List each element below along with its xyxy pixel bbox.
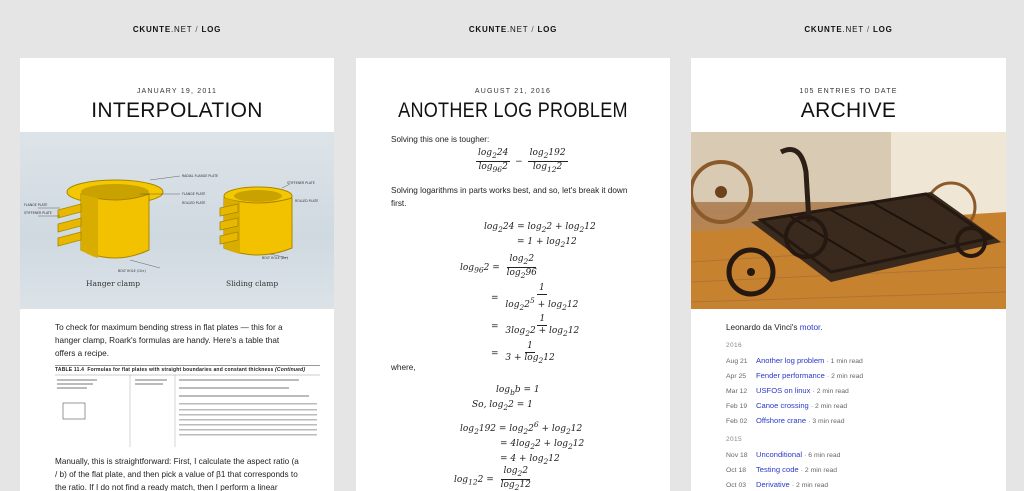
hanger-clamp-drawing xyxy=(57,179,164,259)
roark-table-image: TABLE 11.4 Formulas for flat plates with… xyxy=(55,365,320,447)
archive-entry: Feb 02 Offshore crane · 3 min read xyxy=(726,416,845,425)
archive-entry-link[interactable]: Fender performance xyxy=(756,371,825,380)
equation-log192: log2192 = log226 + log212 = 4log22 + log… xyxy=(460,420,585,466)
caption-hanger-clamp: Hanger clamp xyxy=(86,279,140,288)
archive-entry-link[interactable]: Offshore crane xyxy=(756,416,806,425)
year-heading: 2015 xyxy=(726,436,743,443)
post-paragraph-2: Manually, this is straightforward: First… xyxy=(55,457,299,491)
figure-label-9: BOLT HOLE (8×) xyxy=(262,256,288,260)
clamp-illustration: RADIAL FLANGE PLATE FLANGE PLATE FLANGE … xyxy=(24,174,318,288)
post-card-interpolation: JANUARY 19, 2011 INTERPOLATION RADIAL FL… xyxy=(20,58,334,491)
archive-entry: Aug 21 Another log problem · 1 min read xyxy=(726,356,863,365)
equation-logb: logbb = 1 So, log22 = 1 xyxy=(472,385,540,412)
post-intro: Solving this one is tougher: xyxy=(391,135,490,144)
equation-log24: log224 = log22 + log212 = 1 + log212 xyxy=(484,222,596,249)
archive-entry-link[interactable]: Testing code xyxy=(756,465,799,474)
archive-title: ARCHIVE xyxy=(800,99,897,122)
site-separator: / xyxy=(531,24,535,34)
motor-link[interactable]: motor xyxy=(800,323,820,332)
figure-label-1: RADIAL FLANGE PLATE xyxy=(182,174,218,178)
column-archive: CKUNTE .NET / LOG 105 ENTRIES TO DATE ARCHI… xyxy=(691,0,1006,491)
site-section[interactable]: LOG xyxy=(537,25,557,34)
site-name[interactable]: CKUNTE xyxy=(804,25,842,34)
figure-label-7: STIFFENER PLATE xyxy=(287,181,315,185)
table-grid-graphic xyxy=(55,374,320,447)
post-date: AUGUST 21, 2016 xyxy=(474,88,552,95)
davinci-motor-photo xyxy=(691,132,1006,309)
post-title[interactable]: INTERPOLATION xyxy=(20,97,334,125)
caption-sliding-clamp: Sliding clamp xyxy=(226,279,278,288)
figure-label-3: FLANGE PLATE xyxy=(24,203,47,207)
site-tld: .NET xyxy=(842,24,864,34)
site-tld: .NET xyxy=(506,24,529,34)
archive-entry-link[interactable]: Another log problem xyxy=(756,356,824,365)
post-where: where, xyxy=(391,363,416,372)
archive-card: 105 ENTRIES TO DATE ARCHIVE Leonardo da … xyxy=(691,58,1006,491)
archive-year-2015: 2015 Nov 18 Unconditional · 6 min read Oc… xyxy=(691,436,1006,491)
archive-entry: Mar 12 USFOS on linux · 2 min read xyxy=(726,386,849,395)
archive-entry-link[interactable]: Derivative xyxy=(756,480,790,489)
site-section[interactable]: LOG xyxy=(873,25,893,34)
sliding-clamp-drawing xyxy=(219,186,293,256)
equation-log96: log962 = log22 log296 = 1 log225 + log212 … xyxy=(460,254,580,365)
figure-label-4: STIFFENER PLATE xyxy=(24,211,52,215)
site-tld: .NET xyxy=(170,24,193,34)
archive-entry-link[interactable]: Canoe crossing xyxy=(756,401,809,410)
site-name[interactable]: CKUNTE xyxy=(133,25,171,34)
site-header[interactable]: CKUNTE .NET / LOG xyxy=(20,0,334,58)
motor-photo-graphic xyxy=(691,132,1006,309)
archive-entry-link[interactable]: Unconditional xyxy=(756,450,802,459)
archive-year-2016: 2016 Aug 21 Another log problem · 1 min r… xyxy=(691,342,1006,428)
post-paragraph: Solving logarithms in parts works best, … xyxy=(391,186,628,208)
archive-entry-link[interactable]: USFOS on linux xyxy=(756,386,810,395)
site-name[interactable]: CKUNTE xyxy=(469,25,507,34)
archive-entry: Feb 19 Canoe crossing · 2 min read xyxy=(726,401,848,410)
archive-entry: Nov 18 Unconditional · 6 min read xyxy=(726,450,841,459)
archive-entry: Oct 18 Testing code · 2 min read xyxy=(726,465,838,474)
post-paragraph-1: To check for maximum bending stress in f… xyxy=(55,323,283,358)
site-separator: / xyxy=(866,24,870,34)
equation-main: log224 log962 − log2192 log122 xyxy=(476,148,568,174)
site-header[interactable]: CKUNTE .NET / LOG xyxy=(691,0,1006,58)
column-log-problem: CKUNTE .NET / LOG AUGUST 21, 2016 ANOTHER L… xyxy=(356,0,670,491)
equation-log12: log122 = log22 log212 xyxy=(454,466,531,491)
site-header[interactable]: CKUNTE .NET / LOG xyxy=(356,0,670,58)
site-section[interactable]: LOG xyxy=(201,25,221,34)
entry-count: 105 ENTRIES TO DATE xyxy=(799,88,898,95)
archive-entry: Oct 03 Derivative · 2 min read xyxy=(726,480,829,489)
column-interpolation: CKUNTE .NET / LOG JANUARY 19, 2011 INTERPOL… xyxy=(20,0,334,491)
year-heading: 2016 xyxy=(726,342,743,349)
clamp-figure: RADIAL FLANGE PLATE FLANGE PLATE FLANGE … xyxy=(20,132,334,309)
post-title[interactable]: ANOTHER LOG PROBLEM xyxy=(378,97,648,125)
figure-label-8: ROLLED PLATE xyxy=(295,199,318,203)
post-card-log-problem: AUGUST 21, 2016 ANOTHER LOG PROBLEM Solv… xyxy=(356,58,670,491)
figure-label-5: ROLLED PLATE xyxy=(182,201,205,205)
figure-label-6: BOLT HOLE (10×) xyxy=(118,269,146,273)
figure-label-2: FLANGE PLATE xyxy=(182,192,205,196)
photo-caption: Leonardo da Vinci's motor. xyxy=(726,323,823,332)
archive-entry: Apr 25 Fender performance · 2 min read xyxy=(726,371,864,380)
site-separator: / xyxy=(195,24,199,34)
post-date: JANUARY 19, 2011 xyxy=(136,88,218,95)
